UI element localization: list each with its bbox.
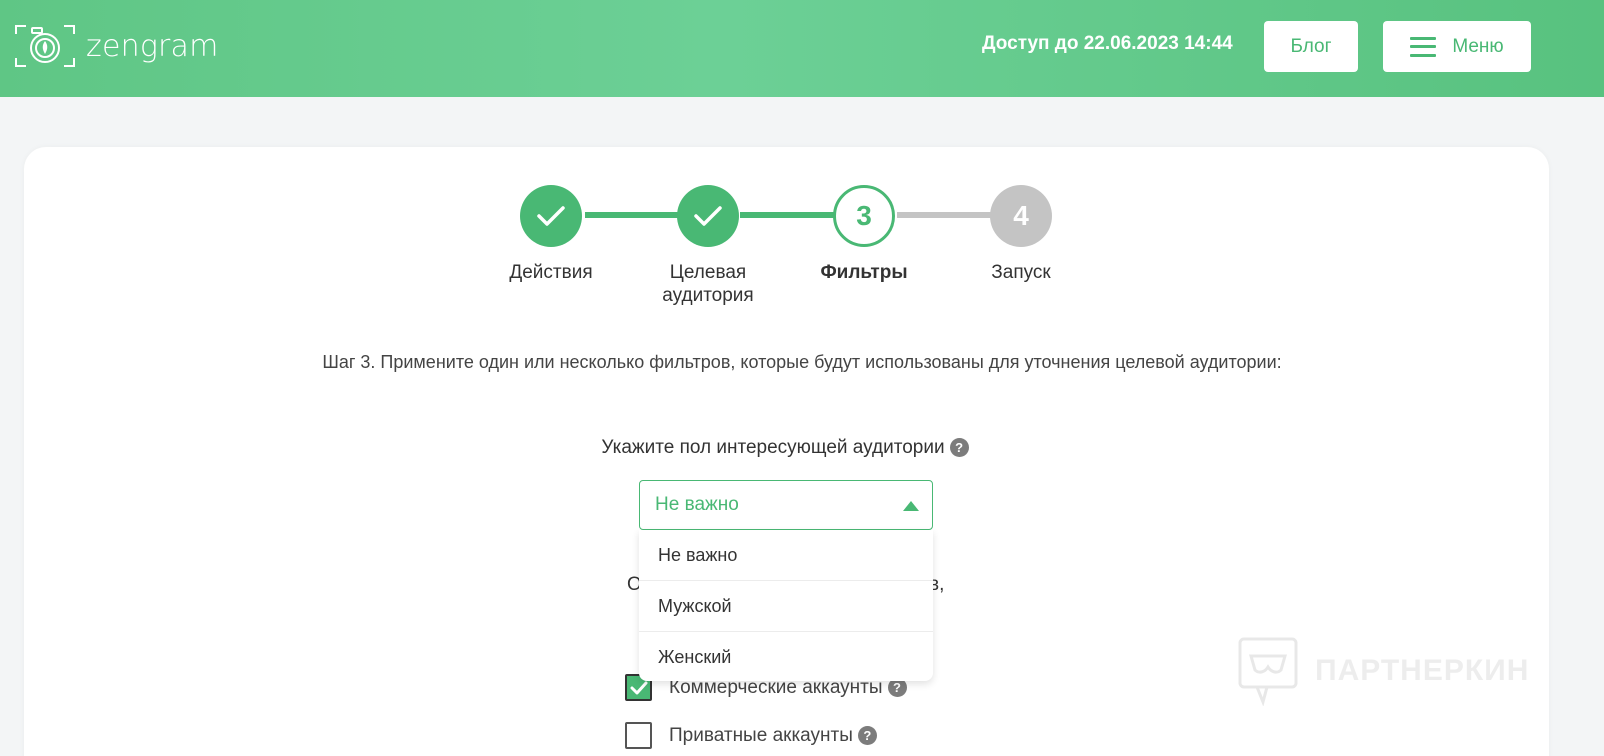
private-accounts-option[interactable]: Приватные аккаунты ? [625,722,877,749]
top-header: zengram Доступ до 22.06.2023 14:44 Блог … [0,0,1604,97]
step-instruction: Шаг 3. Примените один или несколько филь… [322,352,1282,372]
gender-filter-label: Укажите пол интересующей аудитории? [0,437,1570,459]
check-icon [537,206,565,226]
mask-logo-icon [1238,637,1298,706]
step-1-circle[interactable] [520,185,582,247]
private-accounts-checkbox[interactable] [625,722,652,749]
check-icon [694,206,722,226]
gender-option-any[interactable]: Не важно [639,530,933,581]
gender-option-female[interactable]: Женский [639,632,933,683]
hamburger-icon [1410,36,1437,57]
step-3-label: Фильтры [820,262,908,283]
menu-button-label: Меню [1452,35,1504,57]
gender-option-male[interactable]: Мужской [639,581,933,632]
help-icon[interactable]: ? [857,726,877,745]
step-3-circle[interactable]: 3 [833,185,895,247]
gender-select-value: Не важно [655,494,739,515]
menu-button[interactable]: Меню [1383,21,1531,72]
logo-text: zengram [86,28,219,64]
watermark-text: ПАРТНЕРКИН [1315,654,1530,687]
access-until-text: Доступ до 22.06.2023 14:44 [982,33,1233,54]
step-2-label: Целевая аудитория [662,262,754,306]
step-connector-1-2 [585,212,685,218]
gender-select[interactable]: Не важно [639,480,933,530]
blog-button[interactable]: Блог [1264,21,1358,72]
help-icon[interactable]: ? [949,438,969,458]
step-1-label: Действия [509,262,593,283]
step-4-circle[interactable]: 4 [990,185,1052,247]
step-2-circle[interactable] [677,185,739,247]
step-4-label: Запуск [991,262,1051,283]
watermark: ПАРТНЕРКИН [1237,636,1529,706]
step-connector-3-4 [897,212,997,218]
gender-filter-label-text: Укажите пол интересующей аудитории [601,437,945,458]
private-accounts-label: Приватные аккаунты [669,724,853,746]
logo[interactable]: zengram [14,24,219,68]
camera-logo-icon [15,25,75,67]
step-4-number: 4 [1013,200,1029,231]
gender-dropdown-menu: Не важно Мужской Женский [639,530,933,681]
step-connector-2-3 [740,212,840,218]
step-3-number: 3 [856,200,872,231]
caret-up-icon [903,501,919,511]
